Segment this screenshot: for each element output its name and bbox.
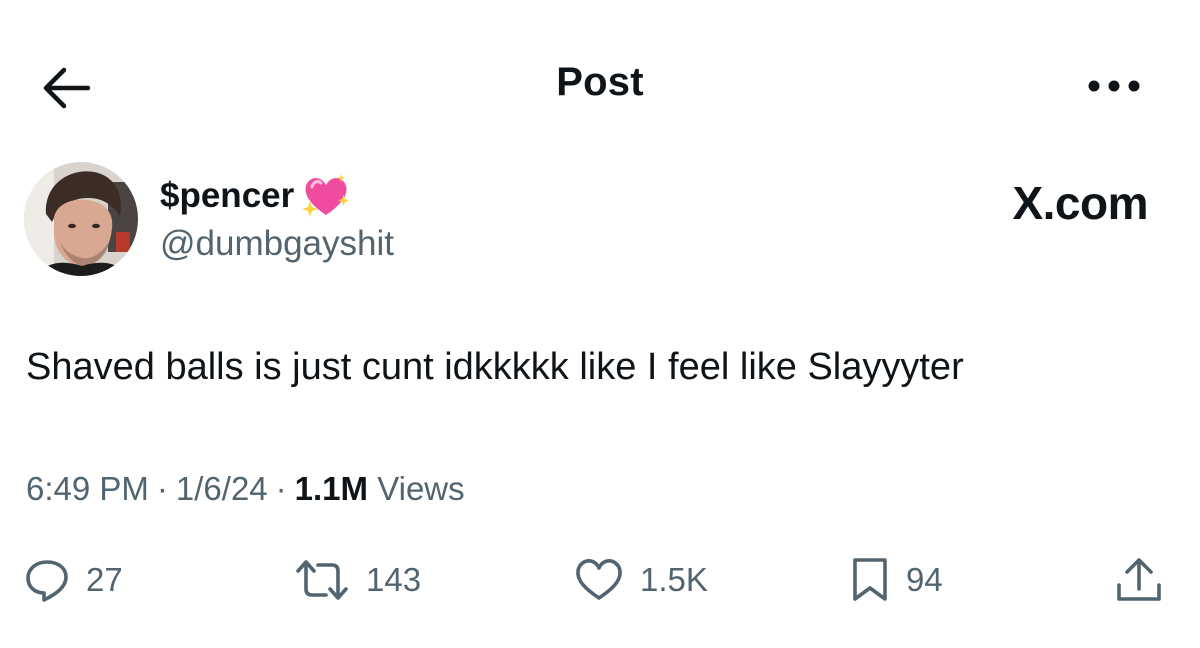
reply-count: 27 [86,561,123,598]
repost-button[interactable]: 143 [294,555,421,605]
author-info[interactable]: $pencer @dumbgayshit [160,172,394,264]
bookmark-count: 94 [906,561,943,598]
views-label: Views [377,470,465,507]
user-handle[interactable]: @dumbgayshit [160,224,394,264]
sparkling-heart-icon [302,173,350,219]
reply-button[interactable]: 27 [24,555,123,605]
share-icon [1117,558,1161,601]
profile-photo [24,162,138,276]
repost-icon [296,560,348,600]
action-bar: 27 143 1.5K 94 [0,555,1200,615]
bookmark-icon [853,558,887,601]
like-count: 1.5K [640,561,708,598]
more-options-button[interactable] [1084,70,1144,102]
views-count: 1.1M [294,470,369,507]
like-button[interactable]: 1.5K [574,555,708,605]
page-title: Post [556,60,644,104]
tweet-time[interactable]: 6:49 PM [26,470,149,507]
separator: · [156,470,168,507]
tweet-date[interactable]: 1/6/24 [176,470,268,507]
watermark: X.com [1012,177,1148,229]
display-name-row: $pencer [160,172,394,220]
tweet-text: Shaved balls is just cunt idkkkkk like I… [26,346,964,388]
display-name[interactable]: $pencer [160,176,294,216]
heart-icon [576,559,622,600]
post-header: Post [0,0,1200,170]
share-button[interactable] [1112,555,1166,605]
separator: · [275,470,287,507]
bookmark-button[interactable]: 94 [850,555,943,605]
more-horizontal-icon [1088,80,1140,92]
reply-icon [26,560,68,602]
repost-count: 143 [366,561,422,598]
tweet-metadata: 6:49 PM · 1/6/24 · 1.1M Views [26,470,465,508]
avatar[interactable] [24,162,138,276]
